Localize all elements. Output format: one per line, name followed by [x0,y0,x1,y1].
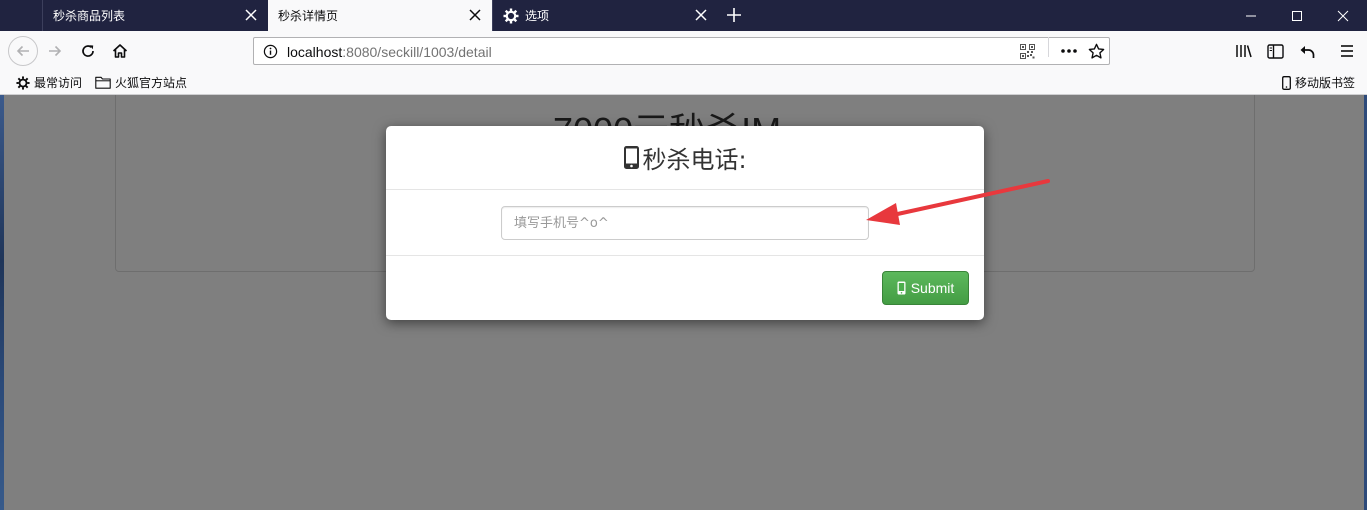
page-content: 7000元秒杀IM 秒杀电话: Submit [0,95,1367,510]
gear-icon [16,75,30,90]
tab-label: 选项 [525,9,550,23]
info-icon[interactable] [263,44,278,59]
minimize-icon [1246,15,1256,16]
close-window-button[interactable] [1320,0,1366,31]
tab-seckill-detail[interactable]: 秒杀详情页 [268,0,492,31]
home-icon [112,44,128,58]
modal-header: 秒杀电话: [386,126,984,190]
desktop-edge [0,95,4,510]
mobile-phone-icon [1282,75,1291,90]
forward-button[interactable] [45,41,65,61]
menu-button[interactable] [1337,41,1357,61]
undo-arrow-icon [1300,45,1315,58]
bookmark-star-icon[interactable] [1088,43,1105,60]
phone-modal: 秒杀电话: Submit [386,126,984,320]
close-tab-icon[interactable] [468,8,482,22]
sidebar-button[interactable] [1265,41,1285,61]
back-button[interactable] [8,36,38,66]
maximize-icon [1292,10,1302,21]
maximize-button[interactable] [1274,0,1320,31]
gear-icon [503,8,519,23]
submit-button[interactable]: Submit [882,271,969,305]
submit-label: Submit [910,280,955,296]
url-bar[interactable]: localhost:8080/seckill/1003/detail [253,37,1110,65]
tab-strip: 秒杀商品列表 秒杀详情页 选项 [0,0,1367,31]
bookmark-mobile[interactable]: 移动版书签 [1282,74,1355,91]
tab-label: 秒杀商品列表 [53,9,126,23]
more-actions-icon[interactable] [1060,46,1078,56]
bookmark-label: 火狐官方站点 [115,76,188,90]
arrow-left-icon [16,45,29,57]
modal-title: 秒杀电话: [623,140,747,175]
modal-body [386,190,984,256]
new-tab-icon[interactable] [724,5,744,25]
url-bar-separator [1048,37,1049,57]
bookmark-firefox-sites[interactable]: 火狐官方站点 [95,74,187,91]
library-icon [1236,45,1252,58]
navigation-toolbar: localhost:8080/seckill/1003/detail [0,31,1367,71]
library-button[interactable] [1234,41,1254,61]
home-button[interactable] [110,41,130,61]
close-icon [1337,10,1349,21]
minimize-button[interactable] [1228,0,1274,31]
url-path: :8080/seckill/1003/detail [342,44,492,60]
mobile-phone-icon [624,146,640,169]
bookmark-label: 移动版书签 [1295,76,1356,90]
tab-seckill-list[interactable]: 秒杀商品列表 [42,0,268,31]
bookmarks-toolbar: 最常访问 火狐官方站点 移动版书签 [0,71,1367,95]
reload-button[interactable] [78,41,98,61]
tab-strip-spacer [0,0,42,31]
hamburger-menu-icon [1341,45,1353,57]
url-host: localhost [287,44,343,60]
close-tab-icon[interactable] [694,8,708,22]
url-text[interactable]: localhost:8080/seckill/1003/detail [287,44,492,60]
tab-label: 秒杀详情页 [278,9,339,23]
bookmark-most-visited[interactable]: 最常访问 [16,74,82,91]
close-tab-icon[interactable] [244,8,258,22]
folder-icon [95,76,111,89]
tab-options[interactable]: 选项 [492,0,718,31]
bookmark-label: 最常访问 [34,76,83,90]
reload-icon [82,45,94,57]
mobile-phone-icon [897,281,906,295]
undo-close-button[interactable] [1297,41,1317,61]
qr-code-icon[interactable] [1020,44,1035,59]
sidebar-icon [1266,43,1284,59]
phone-input[interactable] [501,206,869,240]
modal-title-text: 秒杀电话: [642,146,747,174]
arrow-right-icon [49,45,62,57]
